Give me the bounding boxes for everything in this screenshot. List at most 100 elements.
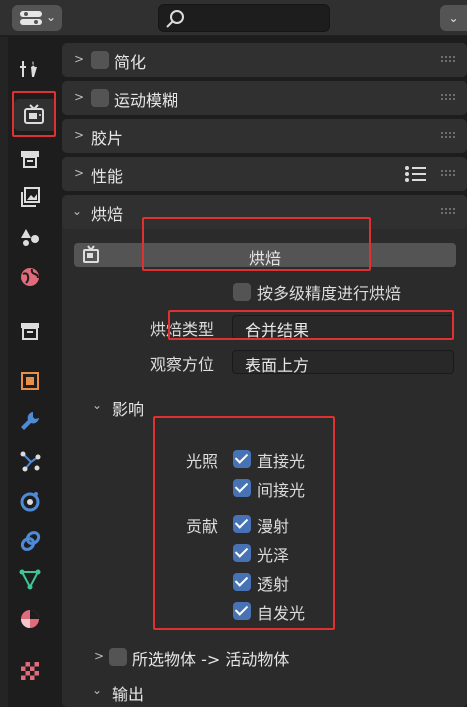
tab-bar-edge [0,37,8,707]
properties-editor-icon [20,11,42,25]
chevron-right-icon: > [94,649,105,663]
object-tab[interactable] [14,365,46,397]
mesh-data-icon [19,569,41,590]
object-icon [21,372,39,390]
subpanel-output-header[interactable]: ⌄ 输出 [80,677,456,707]
panel-bake-header[interactable]: ⌄ 烘焙 [62,195,467,229]
physics-tab[interactable] [14,485,46,517]
panel-title: 简化 [114,53,147,72]
render-icon [24,104,44,124]
physics-icon [20,492,40,512]
chevron-right-icon: > [74,166,85,180]
particles-icon [20,451,41,472]
chevron-down-icon: ⌄ [245,355,256,369]
panel-performance: > 性能 [62,157,467,191]
bake-type-dropdown[interactable]: 合并结果 ⌄ [232,315,454,340]
drag-handle-icon[interactable] [441,56,455,64]
direct-label: 直接光 [257,452,306,471]
render-tab[interactable] [14,99,54,131]
panel-title: 烘焙 [91,205,124,224]
collection-icon [21,323,39,340]
direct-checkbox[interactable] [233,450,251,468]
drag-handle-icon[interactable] [441,132,455,140]
emission-checkbox[interactable] [233,602,251,620]
constraints-tab[interactable] [14,525,46,557]
panel-motion-blur-header[interactable]: > 运动模糊 [62,81,467,115]
panel-title: 运动模糊 [114,91,179,110]
subpanel-selected-to-active-header[interactable]: > 所选物体 -> 活动物体 [80,642,456,672]
search-field[interactable] [158,4,330,32]
bake-button[interactable]: 烘焙 [74,243,456,268]
panel-film-header[interactable]: > 胶片 [62,119,467,153]
bake-button-label: 烘焙 [248,249,281,268]
panel-simplify-header[interactable]: > 简化 [62,43,467,77]
editor-type-button[interactable]: ⌄ [12,5,62,31]
chevron-right-icon: > [74,52,85,66]
panel-simplify: > 简化 [62,43,467,77]
glossy-label: 光泽 [257,546,290,565]
glossy-checkbox[interactable] [233,544,251,562]
properties-panels: > 简化 > 运动模糊 > 胶片 > 性能 ⌄ 烘焙 烘焙 按多级精度进行烘焙 … [62,37,467,707]
drag-handle-icon[interactable] [441,170,455,178]
world-icon [21,268,39,286]
collection-tab[interactable] [14,315,46,347]
subpanel-title: 影响 [112,400,145,419]
chevron-down-icon: ⌄ [448,11,459,25]
panel-title: 胶片 [91,129,124,148]
panel-motion-blur: > 运动模糊 [62,81,467,115]
chevron-down-icon: ⌄ [245,320,256,334]
chevron-down-icon: ⌄ [92,683,103,697]
panel-film: > 胶片 [62,119,467,153]
lighting-label: 光照 [186,452,219,471]
indirect-label: 间接光 [257,481,306,500]
properties-header: ⌄ ⌄ [0,0,467,36]
view-from-label: 观察方位 [150,355,215,374]
view-from-dropdown[interactable]: 表面上方 ⌄ [232,350,454,375]
contributions-label: 贡献 [186,517,219,536]
search-icon [166,10,184,28]
output-tab[interactable] [14,143,46,175]
tool-icon [20,61,37,77]
presets-list-icon[interactable] [404,164,428,184]
diffuse-label: 漫射 [257,517,290,536]
view-layer-icon [21,187,40,207]
data-tab[interactable] [14,563,46,595]
transmission-label: 透射 [257,575,290,594]
particles-tab[interactable] [14,445,46,477]
multires-checkbox[interactable] [233,283,251,301]
constraints-icon [20,531,41,551]
panel-performance-header[interactable]: > 性能 [62,157,467,191]
indirect-checkbox[interactable] [233,479,251,497]
subpanel-title: 输出 [112,685,145,704]
view-layer-tab[interactable] [14,181,46,213]
transmission-checkbox[interactable] [233,573,251,591]
modifier-tab[interactable] [14,405,46,437]
motion-blur-checkbox[interactable] [91,89,109,107]
drag-handle-icon[interactable] [441,208,455,216]
simplify-checkbox[interactable] [91,51,109,69]
diffuse-checkbox[interactable] [233,515,251,533]
selected-to-active-checkbox[interactable] [109,648,127,666]
material-tab[interactable] [14,603,46,635]
scene-tab[interactable] [14,221,46,253]
multires-label: 按多级精度进行烘焙 [257,284,402,303]
emission-label: 自发光 [257,604,306,623]
wrench-icon [21,412,39,430]
tool-tab[interactable] [14,53,46,85]
chevron-down-icon: ⌄ [92,398,103,412]
subpanel-influence-header[interactable]: ⌄ 影响 [80,392,456,422]
bake-type-label: 烘焙类型 [150,320,215,339]
drag-handle-icon[interactable] [441,94,455,102]
chevron-right-icon: > [74,90,85,104]
texture-tab[interactable] [14,655,46,687]
scene-icon [21,229,39,246]
panel-title: 性能 [91,167,124,186]
chevron-down-icon: ⌄ [45,10,56,24]
options-dropdown-button[interactable]: ⌄ [440,5,467,31]
output-icon [21,151,39,168]
properties-tab-bar [0,37,62,707]
world-tab[interactable] [14,261,46,293]
material-icon [21,610,39,628]
texture-icon [21,662,39,680]
chevron-right-icon: > [74,128,85,142]
